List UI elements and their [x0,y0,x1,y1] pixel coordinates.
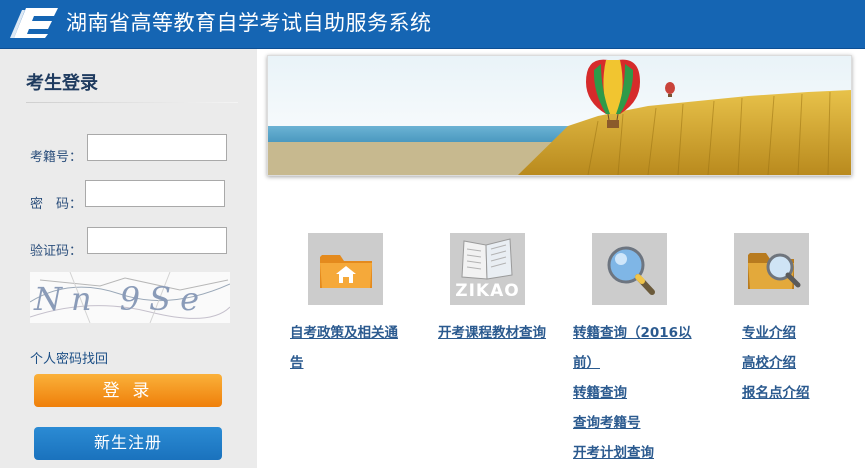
major-intro-link[interactable]: 专业介绍 [742,318,796,348]
college-intro-link[interactable]: 高校介绍 [742,348,796,378]
folder-home-icon [320,255,372,288]
login-title: 考生登录 [26,73,98,94]
register-button[interactable]: 新生注册 [34,427,222,460]
course-materials-tile[interactable]: ZIKAO [450,233,525,305]
exam-no-input[interactable] [87,134,227,161]
captcha-text: Nn 9Se [34,280,208,318]
captcha-input[interactable] [87,227,227,254]
header-bar: 湖南省高等教育自学考试自助服务系统 [0,0,865,49]
zikao-label: ZIKAO [455,281,520,301]
registration-site-link[interactable]: 报名点介绍 [742,378,810,408]
course-materials-link[interactable]: 开考课程教材查询 [438,318,546,348]
exam-plan-query-link[interactable]: 开考计划查询 [573,438,654,468]
transfer-query-tile[interactable] [592,233,667,305]
captcha-image[interactable]: Nn 9Se [30,272,230,323]
transfer-query-2016-link-cont[interactable]: 前） [573,348,600,378]
password-label: 密 码： [30,197,83,212]
magnifier-icon [607,246,655,295]
policy-link[interactable]: 自考政策及相关通 [290,318,398,348]
transfer-query-link[interactable]: 转籍查询 [573,378,627,408]
balloon-scenery-icon [268,56,851,175]
major-info-tile[interactable] [734,233,809,305]
transfer-query-2016-link[interactable]: 转籍查询（2016以 [573,318,692,348]
exam-no-label: 考籍号： [30,150,83,165]
password-input[interactable] [85,180,225,207]
exam-no-query-link[interactable]: 查询考籍号 [573,408,641,438]
policy-tile[interactable] [308,233,383,305]
exam-logo-icon [10,8,58,38]
login-divider [26,102,238,103]
login-button[interactable]: 登 录 [34,374,222,407]
captcha-label: 验证码： [30,244,83,259]
login-sidebar: 考生登录 考籍号： 密 码： 验证码： Nn 9Se 个人密码找回 登 录 新生… [0,49,257,468]
forgot-password-link[interactable]: 个人密码找回 [30,348,108,367]
folder-search-icon [748,253,801,289]
banner-image [267,55,852,176]
policy-link-cont[interactable]: 告 [290,348,304,378]
system-title: 湖南省高等教育自学考试自助服务系统 [66,11,432,35]
